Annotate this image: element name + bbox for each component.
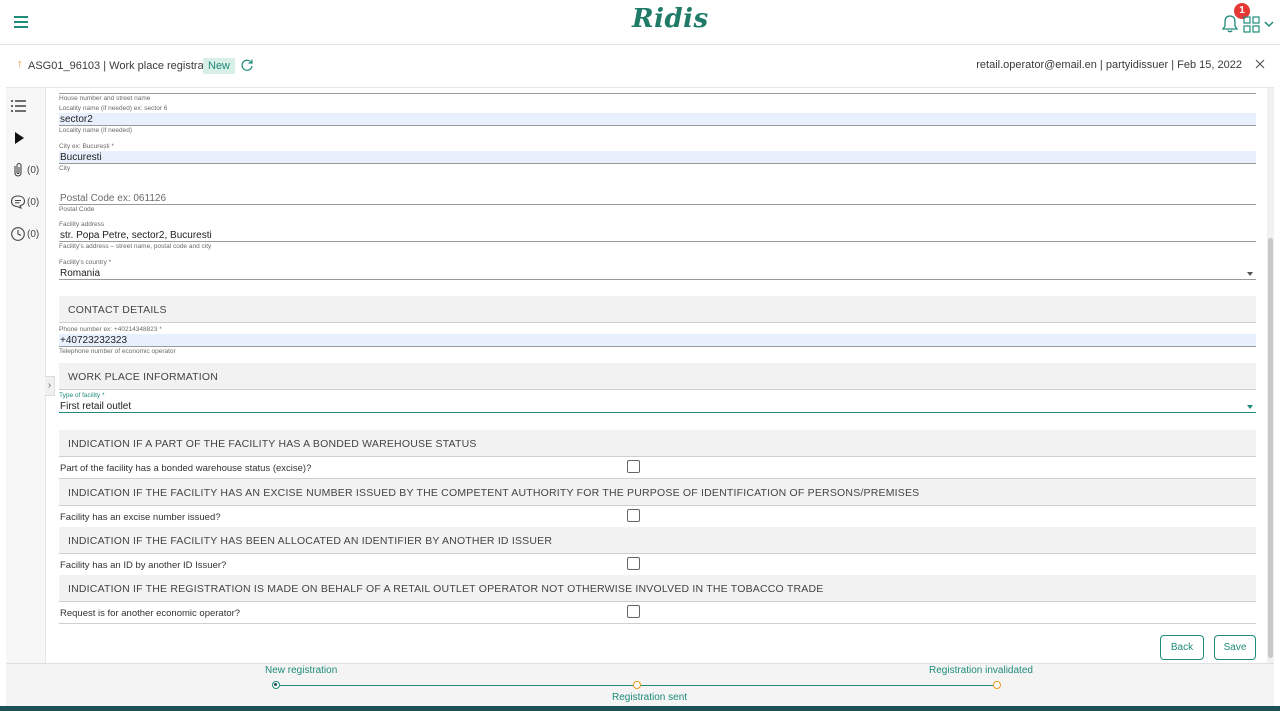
country-select[interactable]: Romania bbox=[59, 267, 1256, 280]
step-dot-registration-sent bbox=[633, 681, 641, 689]
play-icon bbox=[15, 132, 24, 144]
other-id-issuer-row: Facility has an ID by another ID Issuer? bbox=[59, 554, 1256, 576]
excise-number-row: Facility has an excise number issued? bbox=[59, 506, 1256, 528]
phone-input[interactable]: +40723232323 bbox=[59, 334, 1256, 347]
rail-history[interactable]: (0) bbox=[6, 224, 46, 244]
rail-attachments[interactable]: (0) bbox=[6, 160, 46, 180]
other-id-issuer-checkbox[interactable] bbox=[627, 557, 640, 570]
another-operator-checkbox[interactable] bbox=[627, 605, 640, 618]
step-label-registration-sent: Registration sent bbox=[612, 692, 688, 703]
record-header: ↑ ASG01_96103 | Work place registration … bbox=[6, 46, 1274, 88]
facility-type-value: First retail outlet bbox=[60, 401, 132, 412]
comment-icon bbox=[10, 195, 26, 209]
apps-grid-icon[interactable] bbox=[1243, 16, 1261, 34]
bottom-border bbox=[0, 706, 1280, 711]
section-bonded-warehouse: INDICATION IF A PART OF THE FACILITY HAS… bbox=[59, 430, 1256, 457]
list-icon bbox=[11, 100, 26, 112]
registration-progress: New registration Registration sent Regis… bbox=[6, 663, 1274, 706]
city-field[interactable]: City ex: București * Bucuresti City bbox=[59, 142, 1256, 173]
step-dot-new-registration bbox=[272, 681, 280, 689]
history-count: (0) bbox=[27, 229, 40, 240]
form-scrollbar[interactable] bbox=[1267, 88, 1274, 663]
another-operator-row: Request is for another economic operator… bbox=[59, 602, 1256, 624]
excise-number-checkbox[interactable] bbox=[627, 509, 640, 522]
status-badge: New bbox=[203, 58, 236, 74]
breadcrumb: ASG01_96103 | Work place registration bbox=[28, 60, 222, 72]
postal-code-input[interactable]: Postal Code ex: 061126 bbox=[59, 192, 1256, 205]
country-field[interactable]: Facility's country * Romania bbox=[59, 258, 1256, 280]
arrow-up-icon[interactable]: ↑ bbox=[17, 58, 23, 70]
step-dot-registration-invalidated bbox=[993, 681, 1001, 689]
country-value: Romania bbox=[60, 268, 101, 279]
rail-play[interactable] bbox=[6, 128, 46, 148]
step-label-new-registration: New registration bbox=[265, 665, 338, 676]
facility-type-select[interactable]: First retail outlet bbox=[59, 400, 1256, 413]
section-other-id-issuer: INDICATION IF THE FACILITY HAS BEEN ALLO… bbox=[59, 527, 1256, 554]
caret-down-icon bbox=[1247, 405, 1253, 409]
rail-comments[interactable]: (0) bbox=[6, 192, 46, 212]
section-excise-number: INDICATION IF THE FACILITY HAS AN EXCISE… bbox=[59, 479, 1256, 506]
locality-field[interactable]: Locality name (if needed) ex: sector 6 s… bbox=[59, 104, 1256, 135]
scrollbar-thumb[interactable] bbox=[1268, 238, 1273, 658]
facility-address-field[interactable]: Facility address str. Popa Petre, sector… bbox=[59, 220, 1256, 251]
postal-code-field[interactable]: Postal Code ex: 061126 Postal Code bbox=[59, 192, 1256, 214]
paperclip-icon bbox=[14, 162, 22, 177]
user-info: retail.operator@email.en | partyidissuer… bbox=[976, 59, 1242, 71]
top-bar: Ridis 1 bbox=[0, 0, 1280, 45]
close-icon[interactable] bbox=[1254, 58, 1266, 70]
facility-address-input[interactable]: str. Popa Petre, sector2, Bucuresti bbox=[59, 229, 1256, 242]
app-logo: Ridis bbox=[632, 4, 709, 34]
chevron-down-icon[interactable] bbox=[1264, 20, 1274, 28]
house-number-field[interactable]: House number and street name bbox=[59, 88, 1256, 103]
clock-icon bbox=[11, 227, 25, 241]
comments-count: (0) bbox=[27, 197, 40, 208]
form-panel: House number and street name Locality na… bbox=[47, 88, 1267, 663]
section-work-place-information: WORK PLACE INFORMATION bbox=[59, 363, 1256, 390]
attachments-count: (0) bbox=[27, 165, 40, 176]
bonded-warehouse-checkbox[interactable] bbox=[627, 460, 640, 473]
caret-down-icon bbox=[1247, 272, 1253, 276]
back-button[interactable]: Back bbox=[1160, 635, 1204, 660]
bonded-warehouse-row: Part of the facility has a bonded wareho… bbox=[59, 457, 1256, 479]
section-behalf-of-operator: INDICATION IF THE REGISTRATION IS MADE O… bbox=[59, 575, 1256, 602]
rail-list[interactable] bbox=[6, 96, 46, 116]
section-contact-details: CONTACT DETAILS bbox=[59, 296, 1256, 323]
left-rail: (0) (0) (0) bbox=[6, 88, 46, 663]
refresh-icon[interactable] bbox=[240, 58, 254, 72]
step-label-registration-invalidated: Registration invalidated bbox=[929, 665, 1033, 676]
save-button[interactable]: Save bbox=[1214, 635, 1256, 660]
menu-icon[interactable] bbox=[14, 16, 28, 28]
facility-type-field[interactable]: Type of facility * First retail outlet bbox=[59, 391, 1256, 413]
phone-field[interactable]: Phone number ex: +40214348823 * +4072323… bbox=[59, 325, 1256, 356]
locality-input[interactable]: sector2 bbox=[59, 113, 1256, 126]
city-input[interactable]: Bucuresti bbox=[59, 151, 1256, 164]
